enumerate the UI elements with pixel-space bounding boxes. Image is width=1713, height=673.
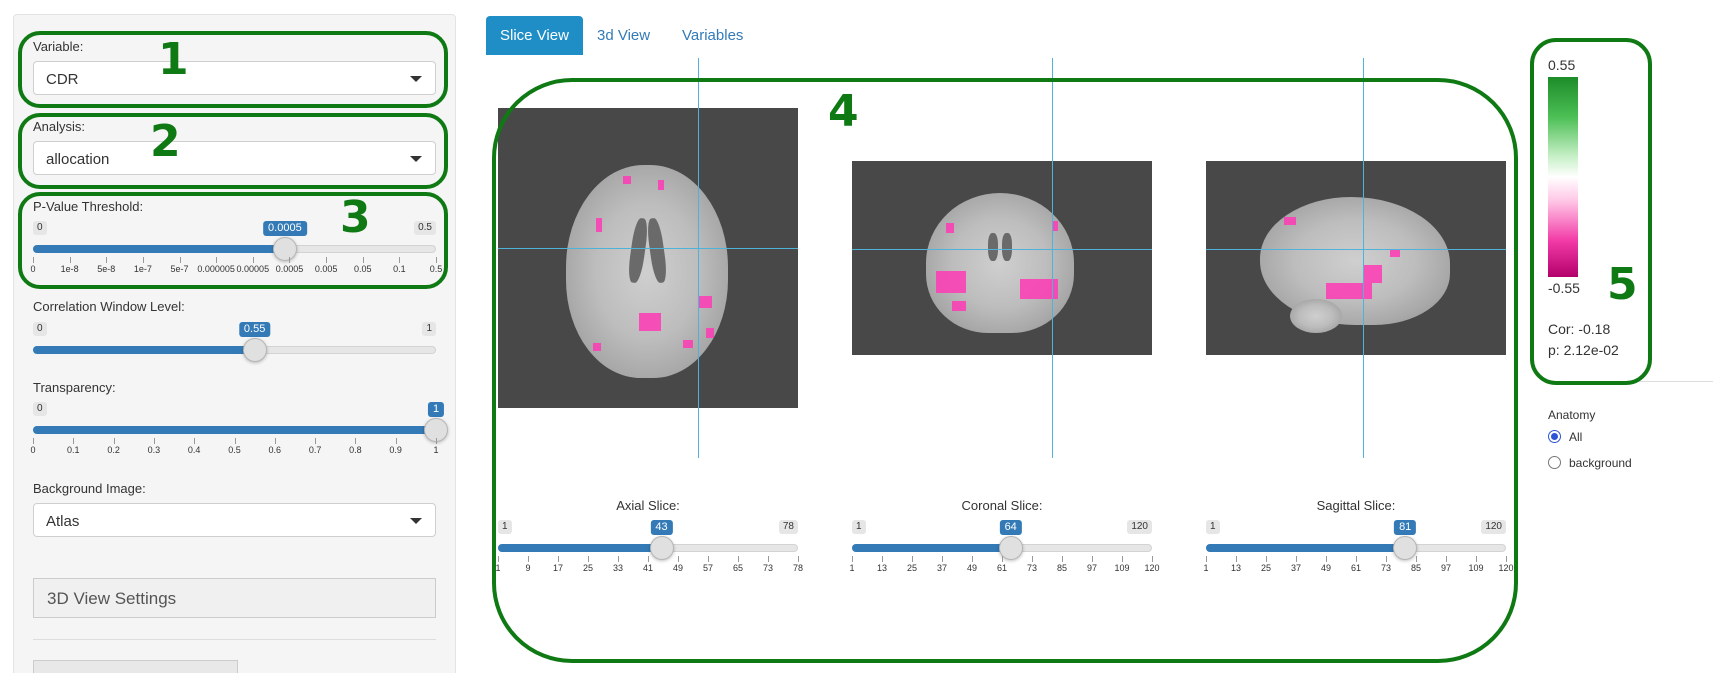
sidebar-bottom-button[interactable] xyxy=(33,660,238,673)
slider-handle[interactable] xyxy=(242,338,267,362)
slider-tick xyxy=(395,438,397,444)
annotation-number-1: 1 xyxy=(158,34,189,85)
anatomy-background-radio[interactable] xyxy=(1548,456,1561,469)
slider-min-label: 0 xyxy=(33,322,47,336)
slider-tick-label: 0.3 xyxy=(147,445,161,455)
annotation-box-4 xyxy=(492,78,1518,663)
slider-tick-label: 0 xyxy=(30,445,36,455)
slider-tick xyxy=(274,438,276,444)
tab-variables[interactable]: Variables xyxy=(668,16,757,55)
anatomy-label: Anatomy xyxy=(1548,408,1596,422)
chevron-down-icon xyxy=(410,518,422,524)
slider-tick-label: 0.5 xyxy=(228,445,241,455)
slider-tick xyxy=(234,438,236,444)
tab-3d-view[interactable]: 3d View xyxy=(583,16,664,55)
background-select[interactable]: Atlas xyxy=(33,503,436,537)
annotation-box-3 xyxy=(18,192,448,289)
slider-tick-label: 0.8 xyxy=(349,445,362,455)
slider-tick xyxy=(73,438,75,444)
slider-tick xyxy=(113,438,115,444)
slider-max-label: 1 xyxy=(422,322,436,336)
anatomy-all-radio[interactable] xyxy=(1548,430,1561,443)
slider-tick xyxy=(355,438,357,444)
slider-tick xyxy=(33,438,34,444)
correlation-label: Correlation Window Level: xyxy=(33,299,185,314)
annotation-number-4: 4 xyxy=(828,86,859,137)
annotation-box-1 xyxy=(18,31,448,108)
slider-fill xyxy=(33,346,255,354)
slider-tick xyxy=(436,438,437,444)
divider xyxy=(33,639,436,640)
slider-value-badge: 0.55 xyxy=(238,322,271,337)
slider-tick xyxy=(194,438,196,444)
annotation-number-2: 2 xyxy=(150,116,181,167)
slider-tick-label: 1 xyxy=(433,445,439,455)
annotation-number-5: 5 xyxy=(1607,259,1638,310)
slider-fill xyxy=(33,426,436,434)
annotation-box-2 xyxy=(18,113,448,189)
slider-value-badge: 1 xyxy=(427,402,445,417)
anatomy-background-label: background xyxy=(1569,456,1632,470)
slider-tick-label: 0.1 xyxy=(67,445,80,455)
slider-tick xyxy=(315,438,317,444)
background-select-value: Atlas xyxy=(46,513,80,530)
slider-tick-label: 0.6 xyxy=(268,445,282,455)
tab-slice-view[interactable]: Slice View xyxy=(486,16,583,55)
anatomy-all-label: All xyxy=(1569,430,1583,444)
annotation-number-3: 3 xyxy=(340,192,371,243)
slider-tick-label: 0.9 xyxy=(389,445,402,455)
slider-tick-label: 0.7 xyxy=(308,445,322,455)
background-label: Background Image: xyxy=(33,481,146,496)
transparency-label: Transparency: xyxy=(33,380,116,395)
3d-view-settings-button[interactable]: 3D View Settings xyxy=(33,578,436,618)
annotation-box-5 xyxy=(1530,38,1652,385)
slider-min-label: 0 xyxy=(33,402,47,416)
slider-tick-label: 0.4 xyxy=(187,445,201,455)
slider-tick-label: 0.2 xyxy=(107,445,120,455)
slider-tick xyxy=(153,438,155,444)
